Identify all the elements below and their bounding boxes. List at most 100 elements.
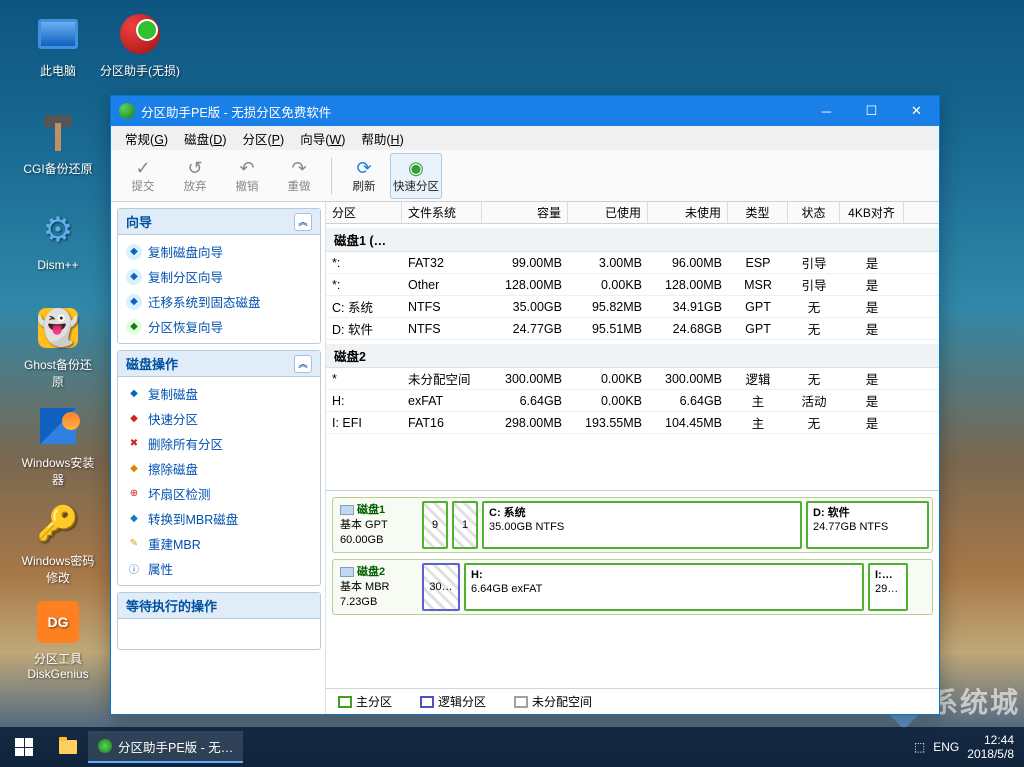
taskbar-file-explorer[interactable] <box>52 731 84 763</box>
desktop-icon-password[interactable]: 🔑Windows密码修改 <box>18 500 98 590</box>
desktop-icon-diskgenius[interactable]: DG分区工具DiskGenius <box>18 598 98 688</box>
wizard-recover[interactable]: ◆分区恢复向导 <box>120 314 318 339</box>
op-bad-sector[interactable]: ⊕坏扇区检测 <box>120 481 318 506</box>
chevron-up-icon[interactable]: ︽ <box>294 355 312 373</box>
titlebar[interactable]: 分区助手PE版 - 无损分区免费软件 ─ ☐ ✕ <box>111 96 939 126</box>
disk1-part-tiny1[interactable]: 9 <box>422 501 448 549</box>
app-icon <box>98 739 112 753</box>
taskbar: 分区助手PE版 - 无… ⬚ ENG 12:442018/5/8 <box>0 727 1024 767</box>
discard-icon: ↺ <box>187 158 202 178</box>
panel-disk-ops: 磁盘操作︽ ◆复制磁盘 ◆快速分区 ✖删除所有分区 ◆擦除磁盘 ⊕坏扇区检测 ◆… <box>117 350 321 586</box>
desktop-icon-partition-assistant[interactable]: 分区助手(无损) <box>100 10 180 100</box>
col-filesystem[interactable]: 文件系统 <box>402 202 482 223</box>
panel-wizard: 向导︽ ◆复制磁盘向导 ◆复制分区向导 ◆迁移系统到固态磁盘 ◆分区恢复向导 <box>117 208 321 344</box>
op-copy-disk[interactable]: ◆复制磁盘 <box>120 381 318 406</box>
op-convert-mbr[interactable]: ◆转换到MBR磁盘 <box>120 506 318 531</box>
table-row[interactable]: *:FAT3299.00MB3.00MB96.00MBESP引导是 <box>326 252 939 274</box>
disk2-part-unalloc[interactable]: 30… <box>422 563 460 611</box>
ssd-icon: ◆ <box>126 294 142 310</box>
disk2-row[interactable]: 磁盘2基本 MBR7.23GB 30… H:6.64GB exFAT I:…29… <box>332 559 933 615</box>
maximize-button[interactable]: ☐ <box>849 96 894 126</box>
disk1-part-d[interactable]: D: 软件24.77GB NTFS <box>806 501 929 549</box>
minimize-button[interactable]: ─ <box>804 96 849 126</box>
disk2-part-h[interactable]: H:6.64GB exFAT <box>464 563 864 611</box>
tb-refresh[interactable]: ⟳刷新 <box>338 153 390 199</box>
disk1-info: 磁盘1基本 GPT60.00GB <box>336 501 418 549</box>
table-row[interactable]: I: EFIFAT16298.00MB193.55MB104.45MB主无是 <box>326 412 939 434</box>
tb-discard: ↺放弃 <box>169 153 221 199</box>
app-window: 分区助手PE版 - 无损分区免费软件 ─ ☐ ✕ 常规(G) 磁盘(D) 分区(… <box>110 95 940 715</box>
disk-icon: ◆ <box>126 244 142 260</box>
disk1-part-c[interactable]: C: 系统35.00GB NTFS <box>482 501 802 549</box>
info-icon: ⓘ <box>126 561 142 577</box>
table-row[interactable]: C: 系统NTFS35.00GB95.82MB34.91GBGPT无是 <box>326 296 939 318</box>
wizard-migrate-ssd[interactable]: ◆迁移系统到固态磁盘 <box>120 289 318 314</box>
op-delete-all[interactable]: ✖删除所有分区 <box>120 431 318 456</box>
scan-icon: ⊕ <box>126 486 142 502</box>
col-capacity[interactable]: 容量 <box>482 202 568 223</box>
chevron-up-icon[interactable]: ︽ <box>294 213 312 231</box>
app-icon <box>119 103 135 119</box>
menu-help[interactable]: 帮助(H) <box>353 126 411 150</box>
disk1-row[interactable]: 磁盘1基本 GPT60.00GB 9 1 C: 系统35.00GB NTFS D… <box>332 497 933 553</box>
menubar: 常规(G) 磁盘(D) 分区(P) 向导(W) 帮助(H) <box>111 126 939 150</box>
menu-disk[interactable]: 磁盘(D) <box>176 126 234 150</box>
tb-quick-partition[interactable]: ◉快速分区 <box>390 153 442 199</box>
wizard-copy-disk[interactable]: ◆复制磁盘向导 <box>120 239 318 264</box>
partition-icon: ◆ <box>126 269 142 285</box>
col-partition[interactable]: 分区 <box>326 202 402 223</box>
table-group[interactable]: 磁盘1 (… <box>326 228 939 252</box>
table-row[interactable]: *:Other128.00MB0.00KB128.00MBMSR引导是 <box>326 274 939 296</box>
col-state[interactable]: 状态 <box>788 202 840 223</box>
legend-primary-box <box>338 696 352 708</box>
desktop-icon-this-pc[interactable]: 此电脑 <box>18 10 98 100</box>
tray-clock[interactable]: 12:442018/5/8 <box>967 733 1014 762</box>
desktop-icon-ghost[interactable]: 👻Ghost备份还原 <box>18 304 98 394</box>
col-type[interactable]: 类型 <box>728 202 788 223</box>
undo-icon: ↶ <box>239 158 254 178</box>
col-free[interactable]: 未使用 <box>648 202 728 223</box>
desktop-icon-cgi-backup[interactable]: CGI备份还原 <box>18 108 98 198</box>
window-title: 分区助手PE版 - 无损分区免费软件 <box>141 102 331 121</box>
toolbar-separator <box>331 158 332 194</box>
tb-commit: ✓提交 <box>117 153 169 199</box>
menu-wizard[interactable]: 向导(W) <box>292 126 353 150</box>
tray-network-icon[interactable]: ⬚ <box>914 740 925 754</box>
partition-icon: ◆ <box>126 411 142 427</box>
op-quick-partition[interactable]: ◆快速分区 <box>120 406 318 431</box>
disk2-info: 磁盘2基本 MBR7.23GB <box>336 563 418 611</box>
taskbar-app[interactable]: 分区助手PE版 - 无… <box>88 731 243 763</box>
table-group[interactable]: 磁盘2 <box>326 344 939 368</box>
col-used[interactable]: 已使用 <box>568 202 648 223</box>
redo-icon: ↷ <box>291 158 306 178</box>
wipe-icon: ◆ <box>126 461 142 477</box>
tb-undo: ↶撤销 <box>221 153 273 199</box>
table-row[interactable]: *未分配空间300.00MB0.00KB300.00MB逻辑无是 <box>326 368 939 390</box>
desktop-icon-win-installer[interactable]: Windows安装器 <box>18 402 98 492</box>
disk-icon <box>340 505 354 515</box>
menu-partition[interactable]: 分区(P) <box>234 126 292 150</box>
tray-ime[interactable]: ENG <box>933 740 959 754</box>
table-row[interactable]: H:exFAT6.64GB0.00KB6.64GB主活动是 <box>326 390 939 412</box>
quick-partition-icon: ◉ <box>408 158 424 178</box>
panel-pending-header[interactable]: 等待执行的操作 <box>118 593 320 619</box>
panel-disk-ops-header[interactable]: 磁盘操作︽ <box>118 351 320 377</box>
desktop-icon-dism[interactable]: ⚙Dism++ <box>18 206 98 296</box>
op-wipe-disk[interactable]: ◆擦除磁盘 <box>120 456 318 481</box>
disk2-part-i[interactable]: I:…29… <box>868 563 908 611</box>
legend: 主分区 逻辑分区 未分配空间 <box>326 688 939 714</box>
op-properties[interactable]: ⓘ属性 <box>120 556 318 581</box>
refresh-icon: ⟳ <box>356 158 371 178</box>
disk-map: 磁盘1基本 GPT60.00GB 9 1 C: 系统35.00GB NTFS D… <box>326 490 939 621</box>
wizard-copy-partition[interactable]: ◆复制分区向导 <box>120 264 318 289</box>
close-button[interactable]: ✕ <box>894 96 939 126</box>
col-align[interactable]: 4KB对齐 <box>840 202 904 223</box>
menu-general[interactable]: 常规(G) <box>117 126 176 150</box>
table-row[interactable]: D: 软件NTFS24.77GB95.51MB24.68GBGPT无是 <box>326 318 939 340</box>
start-button[interactable] <box>0 727 48 767</box>
rebuild-icon: ✎ <box>126 536 142 552</box>
op-rebuild-mbr[interactable]: ✎重建MBR <box>120 531 318 556</box>
panel-wizard-header[interactable]: 向导︽ <box>118 209 320 235</box>
disk1-part-tiny2[interactable]: 1 <box>452 501 478 549</box>
partition-table: 分区 文件系统 容量 已使用 未使用 类型 状态 4KB对齐 磁盘1 (…*:F… <box>326 202 939 490</box>
